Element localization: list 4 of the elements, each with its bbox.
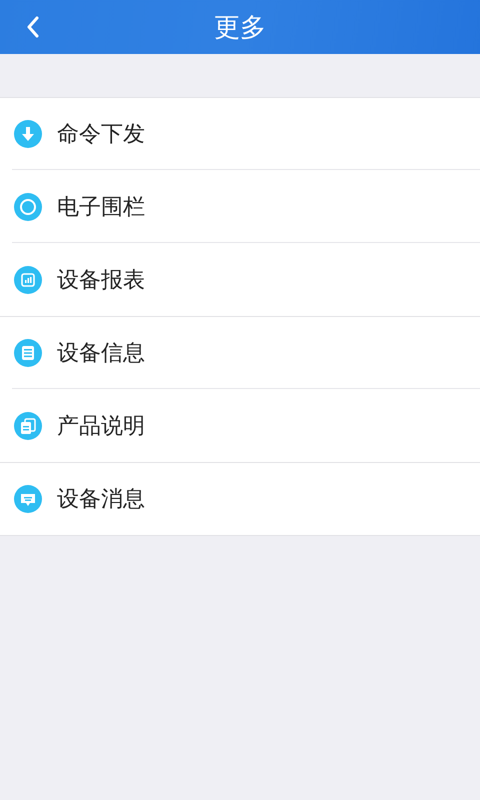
page-title: 更多 bbox=[214, 12, 266, 44]
back-icon bbox=[26, 16, 40, 38]
menu-item[interactable]: 产品说明 bbox=[0, 390, 480, 463]
menu-item[interactable]: 设备消息 bbox=[0, 463, 480, 536]
